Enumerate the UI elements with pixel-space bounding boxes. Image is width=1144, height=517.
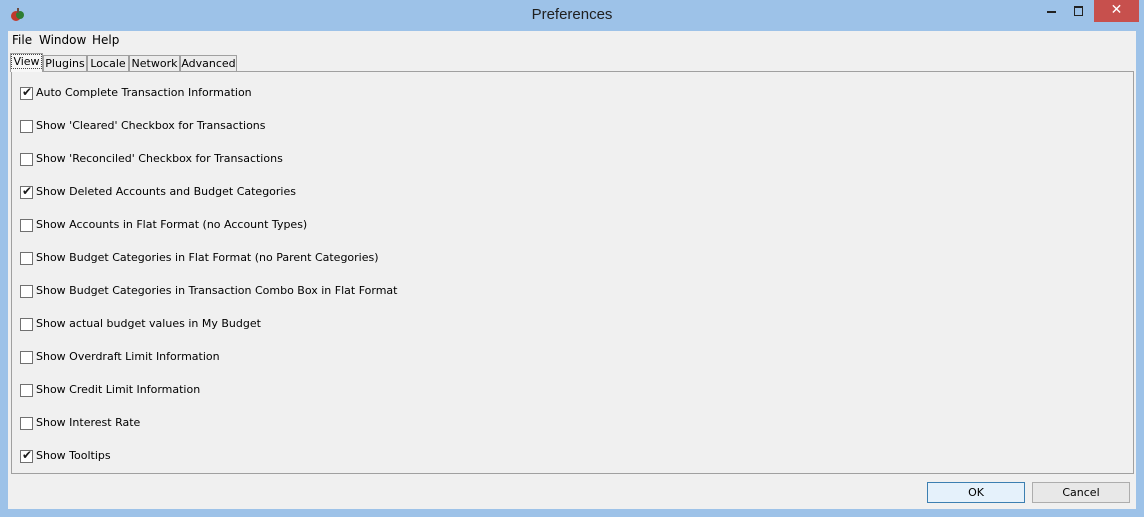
checkbox[interactable]: ✔ (20, 448, 33, 463)
tab-advanced-label: Advanced (181, 57, 236, 70)
close-icon: ✕ (1110, 2, 1123, 18)
tab-view-label: View (11, 54, 42, 69)
option-label: Show Overdraft Limit Information (36, 350, 220, 363)
title-bar[interactable]: Preferences ✕ (0, 0, 1144, 31)
checkbox[interactable] (20, 417, 33, 430)
tab-network[interactable]: Network (129, 55, 180, 72)
window-title: Preferences (531, 6, 613, 23)
minimize-icon (1047, 11, 1056, 13)
tab-view[interactable]: View (10, 53, 43, 72)
checkbox[interactable] (20, 384, 33, 397)
option-label: Show Accounts in Flat Format (no Account… (36, 218, 308, 231)
tab-strip: View Plugins Locale Network Advanced (8, 53, 1136, 72)
checkbox[interactable]: ✔ (20, 184, 33, 199)
option-label: Show Budget Categories in Flat Format (n… (36, 251, 379, 264)
cancel-button[interactable]: Cancel (1032, 482, 1130, 503)
tab-advanced[interactable]: Advanced (180, 55, 237, 72)
tab-network-label: Network (131, 57, 178, 70)
menu-bar: File Window Help (8, 31, 1136, 50)
maximize-button[interactable] (1064, 0, 1094, 22)
option-label: Show Budget Categories in Transaction Co… (36, 284, 398, 297)
minimize-button[interactable] (1037, 0, 1067, 22)
option-label: Show Tooltips (36, 449, 111, 462)
option-label: Show Interest Rate (36, 416, 141, 429)
checkbox[interactable] (20, 153, 33, 166)
tab-locale-label: Locale (90, 57, 126, 70)
menu-window[interactable]: Window (39, 33, 86, 47)
ok-button[interactable]: OK (927, 482, 1025, 503)
option-label: Show Credit Limit Information (36, 383, 201, 396)
checkmark-icon: ✔ (22, 184, 33, 198)
tab-plugins-label: Plugins (45, 57, 85, 70)
checkbox[interactable]: ✔ (20, 85, 33, 100)
checkbox[interactable] (20, 318, 33, 331)
menu-help[interactable]: Help (92, 33, 119, 47)
checkbox[interactable] (20, 285, 33, 298)
checkbox[interactable] (20, 120, 33, 133)
option-label: Show 'Reconciled' Checkbox for Transacti… (36, 152, 283, 165)
dialog-body: File Window Help View Plugins Locale Net… (8, 31, 1136, 509)
option-label: Show actual budget values in My Budget (36, 317, 261, 330)
checkmark-icon: ✔ (22, 448, 33, 462)
option-label: Show 'Cleared' Checkbox for Transactions (36, 119, 266, 132)
maximize-icon (1074, 6, 1083, 16)
close-button[interactable]: ✕ (1094, 0, 1139, 22)
checkbox[interactable] (20, 351, 33, 364)
checkmark-icon: ✔ (22, 85, 33, 99)
tab-locale[interactable]: Locale (87, 55, 129, 72)
option-label: Auto Complete Transaction Information (36, 86, 252, 99)
tab-plugins[interactable]: Plugins (43, 55, 87, 72)
checkbox[interactable] (20, 219, 33, 232)
menu-file[interactable]: File (12, 33, 32, 47)
view-panel: ✔ Auto Complete Transaction Information … (11, 71, 1134, 474)
option-label: Show Deleted Accounts and Budget Categor… (36, 185, 296, 198)
checkbox[interactable] (20, 252, 33, 265)
